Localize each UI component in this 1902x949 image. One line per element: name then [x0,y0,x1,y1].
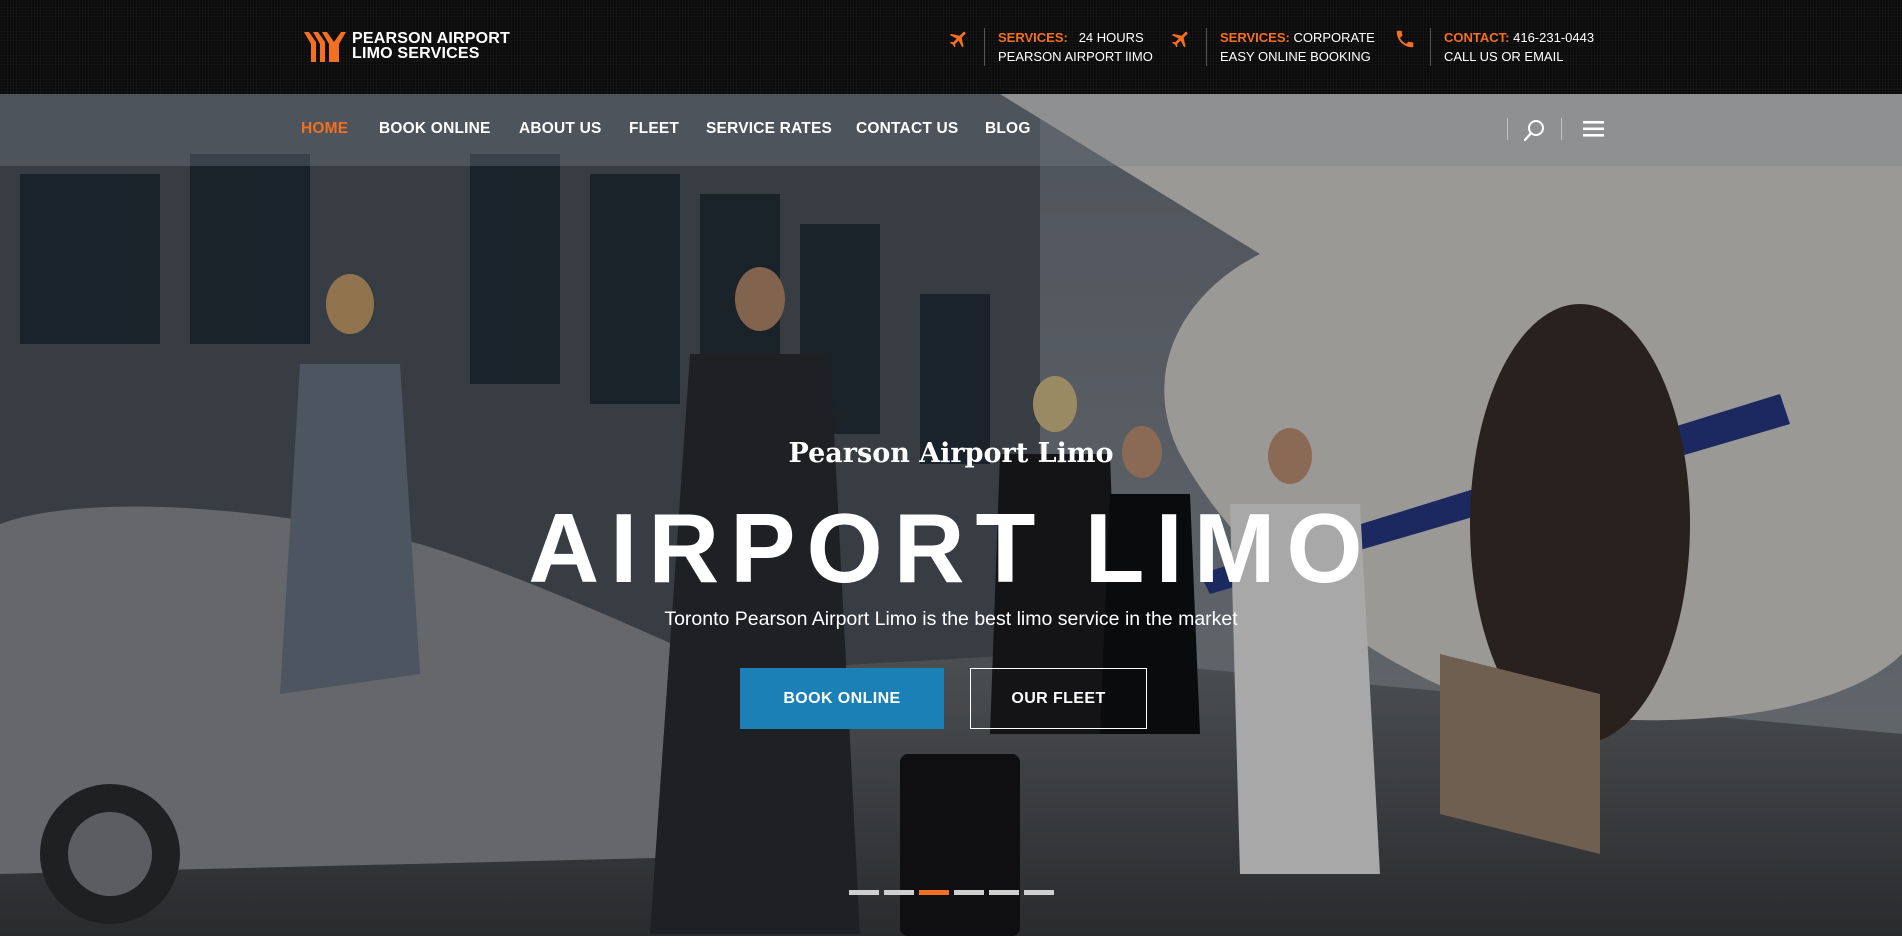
info-value: CORPORATE [1293,30,1375,45]
slider-dot-1[interactable] [849,890,879,895]
main-nav: HOME BOOK ONLINE ABOUT US FLEET SERVICE … [0,94,1902,166]
phone-number[interactable]: 416-231-0443 [1513,30,1594,45]
info-label: SERVICES: [998,30,1068,45]
site-logo[interactable]: PEARSON AIRPORT LIMO SERVICES [304,28,510,64]
info-value: 24 HOURS [1078,30,1144,45]
phone-icon [1396,30,1414,48]
nav-item-book-online[interactable]: BOOK ONLINE [379,120,491,138]
logo-line-1: PEARSON AIRPORT [352,30,510,47]
book-online-button[interactable]: BOOK ONLINE [740,668,944,729]
nav-item-home[interactable]: HOME [301,120,348,138]
info-services-corporate: SERVICES: CORPORATE EASY ONLINE BOOKING [1170,28,1375,66]
hero-slider: HOME BOOK ONLINE ABOUT US FLEET SERVICE … [0,94,1902,936]
slider-dot-6[interactable] [1024,890,1054,895]
hero-subtitle: Pearson Airport Limo [788,438,1114,469]
nav-item-fleet[interactable]: FLEET [629,120,679,138]
airplane-icon [949,31,966,48]
nav-separator [1561,118,1562,140]
slider-dot-5[interactable] [989,890,1019,895]
menu-icon[interactable] [1583,120,1605,138]
info-label: CONTACT: [1444,30,1510,45]
info-subtext: PEARSON AIRPORT lIMO [998,49,1153,64]
airplane-icon [1171,31,1188,48]
nav-item-blog[interactable]: BLOG [985,120,1031,138]
info-contact[interactable]: CONTACT: 416-231-0443 CALL US OR EMAIL [1394,28,1594,66]
slider-pagination [849,890,1054,895]
search-icon[interactable] [1523,118,1547,142]
logo-icon [304,32,346,62]
nav-item-about-us[interactable]: ABOUT US [519,120,602,138]
slider-dot-4[interactable] [954,890,984,895]
nav-item-service-rates[interactable]: SERVICE RATES [706,120,832,138]
info-separator [984,28,985,66]
hero-tagline: Toronto Pearson Airport Limo is the best… [664,608,1238,630]
logo-line-2: LIMO SERVICES [352,45,480,62]
slider-dot-2[interactable] [884,890,914,895]
info-label: SERVICES: [1220,30,1290,45]
nav-item-contact-us[interactable]: CONTACT US [856,120,958,138]
info-subtext: EASY ONLINE BOOKING [1220,49,1371,64]
info-services-24h: SERVICES: 24 HOURS PEARSON AIRPORT lIMO [948,28,1153,66]
our-fleet-button[interactable]: OUR FLEET [970,668,1147,729]
slider-dot-3[interactable] [919,890,949,895]
top-bar: PEARSON AIRPORT LIMO SERVICES SERVICES: … [0,0,1902,94]
info-subtext: CALL US OR EMAIL [1444,49,1564,64]
info-separator [1430,28,1431,66]
logo-text: PEARSON AIRPORT LIMO SERVICES [352,30,510,62]
info-separator [1206,28,1207,66]
hero-title: AIRPORT LIMO [528,493,1374,603]
nav-separator [1507,118,1508,140]
